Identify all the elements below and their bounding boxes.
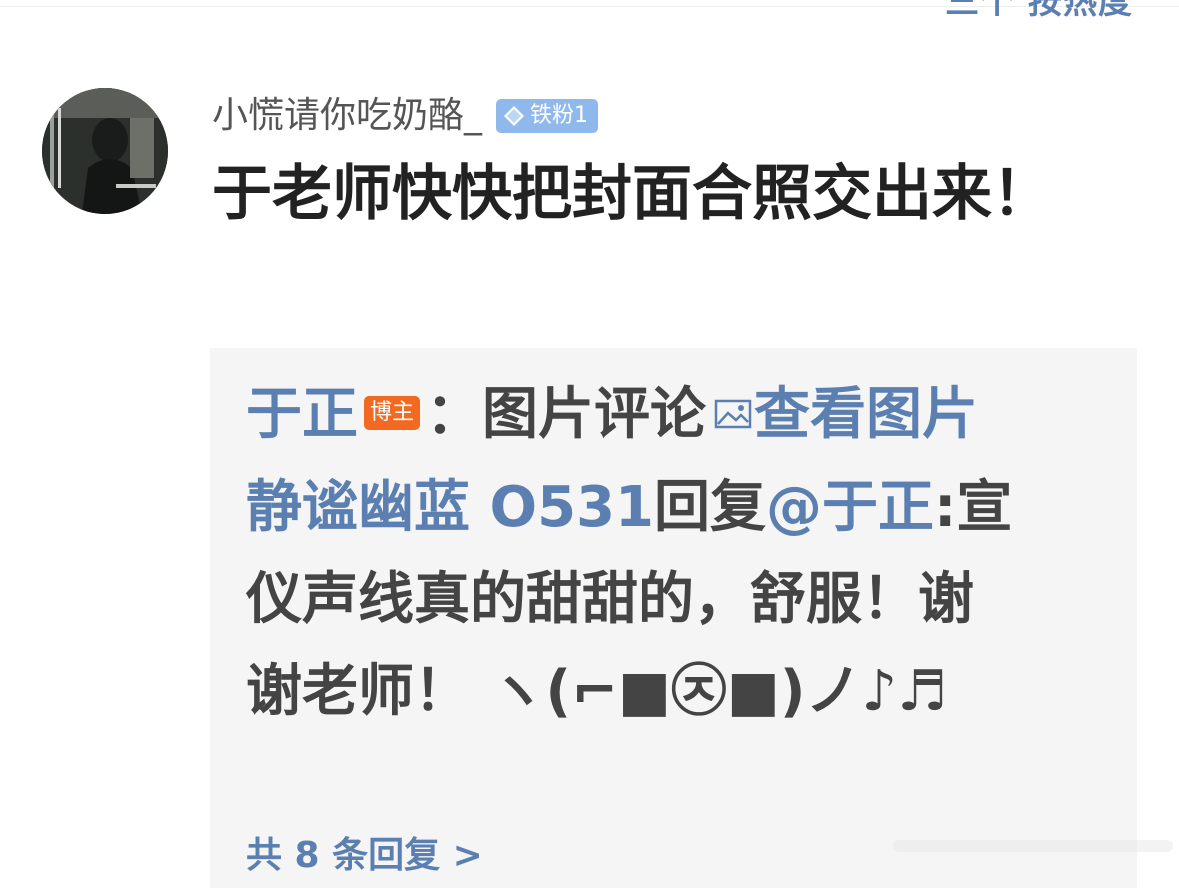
author-reply-line: 于正 博主 ：图片评论 查看图片 [246,368,1106,462]
image-icon [714,399,752,429]
sub-reply: 静谧幽蓝 O531回复@于正:宣仪声线真的甜甜的，舒服！谢谢老师！ ヽ(⌐■㉨■… [246,462,1026,738]
blogger-badge: 博主 [364,395,421,430]
mention-link[interactable]: @于正 [766,475,934,540]
avatar-image [42,88,168,214]
sort-by-hot-toggle[interactable]: 三个 按热度 [945,0,1133,22]
fan-badge-label: 铁粉1 [530,103,589,128]
fan-badge[interactable]: 铁粉1 [496,99,599,133]
diamond-icon [504,106,525,126]
comment-header: 小慌请你吃奶酪_ 铁粉1 [212,92,1112,140]
avatar[interactable] [42,88,168,214]
more-replies-link[interactable]: 共 8 条回复 > [246,826,483,878]
username[interactable]: 小慌请你吃奶酪_ [212,92,482,140]
watermark-logo [893,840,1173,852]
comment-text: 于老师快快把封面合照交出来！ [212,159,1052,229]
reply-box[interactable]: 于正 博主 ：图片评论 查看图片 静谧幽蓝 O531回复@于正:宣仪声线真的甜甜的，… [210,348,1137,888]
image-comment-label: ：图片评论 [426,382,707,447]
comment: 小慌请你吃奶酪_ 铁粉1 于老师快快把封面合照交出来！ [212,92,1112,238]
reply-colon: : [934,475,957,540]
author-name-link[interactable]: 于正 [246,382,358,447]
reply-user-link[interactable]: 静谧幽蓝 O531 [246,475,654,540]
reply-verb: 回复 [654,475,766,540]
reply-content: 于正 博主 ：图片评论 查看图片 静谧幽蓝 O531回复@于正:宣仪声线真的甜甜的，… [246,368,1106,738]
view-image-link[interactable]: 查看图片 [754,382,978,447]
